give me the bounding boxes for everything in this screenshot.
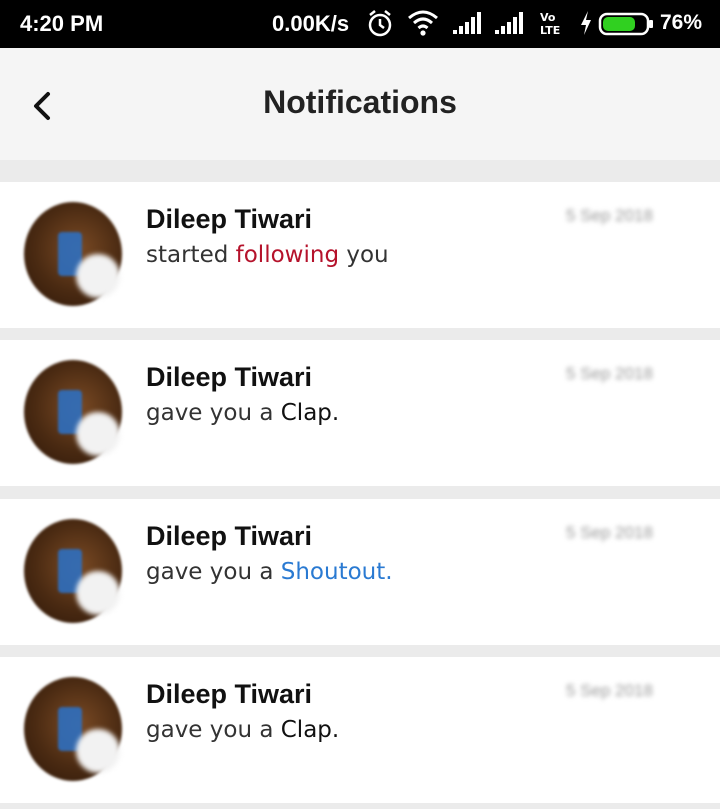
avatar-badge bbox=[76, 729, 120, 773]
charging-icon bbox=[581, 11, 591, 35]
notification-item[interactable]: Dileep Tiwari gave you a Clap. 5 Sep 201… bbox=[0, 657, 720, 803]
alarm-icon bbox=[368, 10, 392, 37]
notification-action: Shoutout. bbox=[280, 559, 393, 585]
notification-suffix: you bbox=[339, 242, 389, 268]
notification-prefix: gave you a bbox=[146, 717, 281, 743]
page-title: Notifications bbox=[263, 84, 457, 120]
notification-prefix: gave you a bbox=[146, 400, 281, 426]
app-bar: Notifications bbox=[0, 48, 720, 160]
svg-text:Vo: Vo bbox=[540, 11, 556, 24]
volte-icon: Vo LTE bbox=[540, 11, 560, 37]
battery-percent: 76% bbox=[660, 11, 703, 34]
avatar[interactable] bbox=[24, 360, 122, 464]
notification-text: gave you a Shoutout. bbox=[146, 559, 393, 585]
notification-action: Clap. bbox=[280, 400, 340, 426]
notification-text: gave you a Clap. bbox=[146, 717, 339, 743]
status-bar: 4:20 PM 0.00K/s Vo LTE 76% bbox=[0, 0, 720, 48]
notification-item[interactable]: Dileep Tiwari started following you 5 Se… bbox=[0, 182, 720, 328]
avatar-badge bbox=[76, 254, 120, 298]
status-time: 4:20 PM bbox=[20, 11, 104, 36]
notification-item[interactable]: Dileep Tiwari gave you a Shoutout. 5 Sep… bbox=[0, 499, 720, 645]
notification-date: 5 Sep 2018 bbox=[566, 681, 653, 700]
svg-text:LTE: LTE bbox=[540, 24, 560, 37]
user-name[interactable]: Dileep Tiwari bbox=[146, 679, 312, 710]
battery-icon bbox=[598, 12, 653, 36]
network-speed: 0.00K/s bbox=[272, 11, 350, 36]
wifi-icon bbox=[408, 10, 438, 36]
notification-date: 5 Sep 2018 bbox=[566, 206, 653, 225]
notification-text: started following you bbox=[146, 242, 389, 268]
avatar-badge bbox=[76, 412, 120, 456]
notification-date: 5 Sep 2018 bbox=[566, 364, 653, 383]
user-name[interactable]: Dileep Tiwari bbox=[146, 521, 312, 552]
notification-item[interactable]: Dileep Tiwari gave you a Clap. 5 Sep 201… bbox=[0, 340, 720, 486]
notification-action: Clap. bbox=[280, 717, 340, 743]
signal-icon bbox=[453, 12, 481, 34]
user-name[interactable]: Dileep Tiwari bbox=[146, 362, 312, 393]
avatar-badge bbox=[76, 571, 120, 615]
avatar[interactable] bbox=[24, 202, 122, 306]
signal-icon bbox=[495, 12, 523, 34]
notification-prefix: gave you a bbox=[146, 559, 281, 585]
user-name[interactable]: Dileep Tiwari bbox=[146, 204, 312, 235]
notification-text: gave you a Clap. bbox=[146, 400, 339, 426]
avatar[interactable] bbox=[24, 519, 122, 623]
avatar[interactable] bbox=[24, 677, 122, 781]
notification-prefix: started bbox=[146, 242, 236, 268]
notification-action: following bbox=[235, 242, 340, 268]
notification-date: 5 Sep 2018 bbox=[566, 523, 653, 542]
